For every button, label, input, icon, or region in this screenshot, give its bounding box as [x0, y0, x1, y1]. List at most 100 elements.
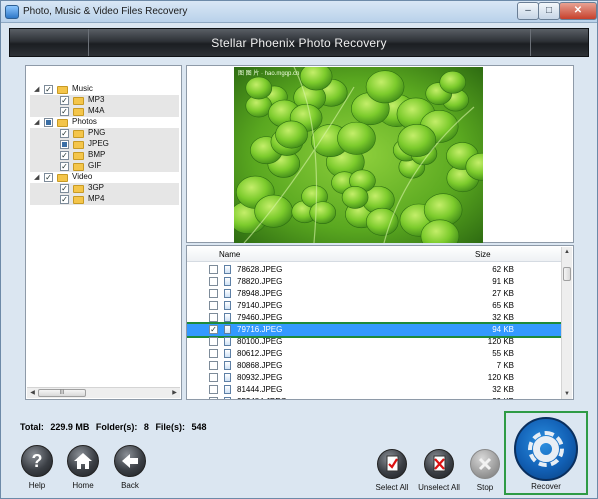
- image-file-icon: [224, 337, 231, 346]
- tree-horizontal-scrollbar[interactable]: ◀ III ▶: [27, 387, 180, 398]
- minimize-button[interactable]: –: [517, 2, 539, 20]
- home-button[interactable]: Home: [64, 445, 102, 493]
- item-checkbox[interactable]: ✓: [60, 129, 69, 138]
- file-name: 80612.JPEG: [237, 349, 283, 358]
- item-checkbox[interactable]: [60, 140, 69, 149]
- help-button[interactable]: ? Help: [20, 445, 54, 493]
- back-button[interactable]: Back: [111, 445, 149, 493]
- preview-pane: 图 图 片 · hao.mgqp.cn: [186, 65, 574, 243]
- folder-icon: [73, 108, 84, 116]
- item-checkbox[interactable]: ✓: [60, 162, 69, 171]
- expand-triangle-icon[interactable]: ◢: [34, 85, 39, 93]
- title-bar: Photo, Music & Video Files Recovery – □ …: [1, 1, 597, 23]
- scroll-right-icon[interactable]: ▶: [169, 388, 180, 398]
- clover-preview-image: 图 图 片 · hao.mgqp.cn: [234, 67, 483, 243]
- column-header-name[interactable]: Name: [219, 250, 240, 259]
- row-checkbox[interactable]: [209, 397, 218, 399]
- tree-category-0[interactable]: ◢ ✓ Music: [30, 84, 179, 95]
- category-checkbox[interactable]: [44, 118, 53, 127]
- scroll-down-icon[interactable]: ▼: [562, 389, 572, 399]
- tree-item[interactable]: ✓ M4A: [30, 106, 179, 117]
- window-title: Photo, Music & Video Files Recovery: [23, 6, 188, 17]
- row-checkbox[interactable]: [209, 277, 218, 286]
- category-checkbox[interactable]: ✓: [44, 173, 53, 182]
- banner-title: Stellar Phoenix Photo Recovery: [211, 36, 387, 50]
- tree-item-label: BMP: [88, 150, 106, 159]
- select-all-icon: [377, 449, 407, 479]
- table-row[interactable]: 80932.JPEG 120 KB: [187, 372, 561, 384]
- folders-value: 8: [143, 422, 149, 432]
- folder-icon: [57, 174, 68, 182]
- question-icon: ?: [21, 445, 53, 477]
- tree-item-label: GIF: [88, 161, 102, 170]
- files-value: 548: [191, 422, 207, 432]
- table-row[interactable]: 80612.JPEG 55 KB: [187, 348, 561, 360]
- table-row[interactable]: 80100.JPEG 120 KB: [187, 336, 561, 348]
- item-checkbox[interactable]: ✓: [60, 107, 69, 116]
- category-checkbox[interactable]: ✓: [44, 85, 53, 94]
- table-row[interactable]: 252484.JPEG 29 KB: [187, 396, 561, 399]
- row-checkbox[interactable]: [209, 337, 218, 346]
- tree-item[interactable]: ✓ MP3: [30, 95, 179, 106]
- app-window: Photo, Music & Video Files Recovery – □ …: [0, 0, 598, 499]
- table-row[interactable]: 78948.JPEG 27 KB: [187, 288, 561, 300]
- tree-item-label: M4A: [88, 106, 105, 115]
- tree-item-label: MP4: [88, 194, 105, 203]
- table-row[interactable]: 78628.JPEG 62 KB: [187, 264, 561, 276]
- table-row[interactable]: 79140.JPEG 65 KB: [187, 300, 561, 312]
- file-size: 91 KB: [492, 277, 514, 286]
- expand-triangle-icon[interactable]: ◢: [34, 173, 39, 181]
- stop-button[interactable]: Stop: [467, 449, 503, 493]
- column-header-size[interactable]: Size: [475, 250, 491, 259]
- row-checkbox[interactable]: ✓: [209, 325, 218, 334]
- tree-item[interactable]: ✓ BMP: [30, 150, 179, 161]
- tree-category-2[interactable]: ◢ ✓ Video: [30, 172, 179, 183]
- row-checkbox[interactable]: [209, 301, 218, 310]
- tree-category-1[interactable]: ◢ Photos: [30, 117, 179, 128]
- row-checkbox[interactable]: [209, 313, 218, 322]
- item-checkbox[interactable]: ✓: [60, 195, 69, 204]
- tree-item[interactable]: ✓ GIF: [30, 161, 179, 172]
- back-label: Back: [121, 481, 139, 490]
- unselect-all-button[interactable]: Unselect All: [415, 449, 463, 493]
- file-list-vertical-scrollbar[interactable]: ▲ ▼: [561, 247, 572, 399]
- item-checkbox[interactable]: ✓: [60, 184, 69, 193]
- row-checkbox[interactable]: [209, 349, 218, 358]
- table-row[interactable]: ✓ 79716.JPEG 94 KB: [187, 322, 563, 338]
- item-checkbox[interactable]: ✓: [60, 151, 69, 160]
- table-row[interactable]: 80868.JPEG 7 KB: [187, 360, 561, 372]
- scroll-left-icon[interactable]: ◀: [27, 388, 38, 398]
- scroll-up-icon[interactable]: ▲: [562, 247, 572, 257]
- row-checkbox[interactable]: [209, 373, 218, 382]
- file-name: 252484.JPEG: [237, 397, 287, 399]
- tree-item[interactable]: ✓ MP4: [30, 194, 179, 205]
- tree-item[interactable]: ✓ PNG: [30, 128, 179, 139]
- header-banner: Stellar Phoenix Photo Recovery: [9, 28, 589, 57]
- category-label: Video: [72, 172, 93, 181]
- file-name: 81444.JPEG: [237, 385, 283, 394]
- close-button[interactable]: ✕: [559, 2, 597, 20]
- file-name: 79140.JPEG: [237, 301, 283, 310]
- table-row[interactable]: 81444.JPEG 32 KB: [187, 384, 561, 396]
- row-checkbox[interactable]: [209, 361, 218, 370]
- select-all-label: Select All: [375, 483, 409, 492]
- recover-button[interactable]: Recover: [504, 411, 588, 495]
- item-checkbox[interactable]: ✓: [60, 96, 69, 105]
- file-name: 78820.JPEG: [237, 277, 283, 286]
- row-checkbox[interactable]: [209, 289, 218, 298]
- tree-item[interactable]: ✓ 3GP: [30, 183, 179, 194]
- folder-icon: [73, 130, 84, 138]
- tree-item[interactable]: JPEG: [30, 139, 179, 150]
- file-size: 32 KB: [492, 313, 514, 322]
- row-checkbox[interactable]: [209, 385, 218, 394]
- file-size: 32 KB: [492, 385, 514, 394]
- select-all-button[interactable]: Select All: [372, 449, 412, 493]
- table-row[interactable]: 79460.JPEG 32 KB: [187, 312, 561, 324]
- row-checkbox[interactable]: [209, 265, 218, 274]
- table-row[interactable]: 78820.JPEG 91 KB: [187, 276, 561, 288]
- scroll-thumb[interactable]: [563, 267, 571, 281]
- maximize-button[interactable]: □: [538, 2, 560, 20]
- expand-triangle-icon[interactable]: ◢: [34, 118, 39, 126]
- scroll-thumb[interactable]: III: [38, 389, 86, 397]
- image-file-icon: [224, 349, 231, 358]
